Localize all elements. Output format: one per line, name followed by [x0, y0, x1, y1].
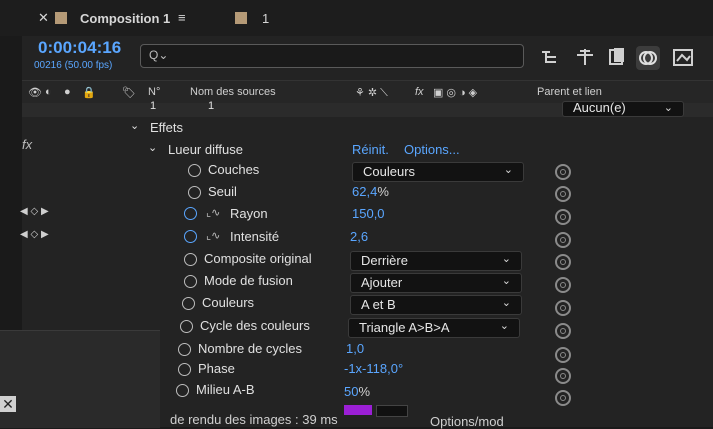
fx-toggle[interactable]: fx [22, 137, 32, 152]
current-timecode[interactable]: 0:00:04:16 [38, 38, 121, 58]
stopwatch-icon[interactable] [188, 164, 201, 177]
pickwhip-icon[interactable] [555, 368, 571, 384]
stopwatch-icon[interactable] [178, 363, 191, 376]
source-name-header[interactable]: Nom des sources [190, 86, 276, 98]
pickwhip-icon[interactable] [555, 300, 571, 316]
pickwhip-icon[interactable] [555, 232, 571, 248]
effects-group-label: Effets [150, 120, 184, 135]
seuil-value[interactable]: 62,4% [352, 184, 389, 199]
pickwhip-icon[interactable] [555, 254, 571, 270]
stopwatch-icon[interactable] [184, 253, 197, 266]
search-input[interactable]: Q⌄ [140, 44, 524, 68]
tab-menu-icon[interactable]: ≡ [178, 10, 186, 25]
graph-icon[interactable]: ⌞∿ [206, 206, 220, 219]
intensite-value[interactable]: 2,6 [350, 229, 368, 244]
frame-count: 00216 (50.00 fps) [34, 60, 113, 71]
solo-icon[interactable]: ● [64, 86, 71, 98]
pickwhip-icon[interactable] [555, 277, 571, 293]
nombre-cycles-value[interactable]: 1,0 [346, 341, 364, 356]
fx-header: fx [415, 86, 424, 98]
stopwatch-icon[interactable] [178, 343, 191, 356]
pickwhip-icon[interactable] [555, 390, 571, 406]
composite-dropdown[interactable]: Derrière ⌄ [350, 251, 522, 271]
effect-name[interactable]: Lueur diffuse [168, 142, 243, 157]
stopwatch-icon[interactable] [176, 384, 189, 397]
keyframe-nav-icon[interactable]: ◀ ◇ ▶ [20, 206, 49, 217]
mode-fusion-dropdown[interactable]: Ajouter ⌄ [350, 273, 522, 293]
comp-color-swatch [55, 12, 67, 24]
stopwatch-active-icon[interactable] [184, 207, 197, 220]
close-tab-icon[interactable]: ✕ [38, 10, 49, 26]
pickwhip-icon[interactable] [555, 323, 571, 339]
draft-3d-icon[interactable] [574, 46, 596, 68]
keyframe-nav-icon[interactable]: ◀ ◇ ▶ [20, 229, 49, 240]
stopwatch-icon[interactable] [188, 186, 201, 199]
lock-icon[interactable]: 🔒 [82, 86, 96, 99]
effect-expand-icon[interactable]: ⌄ [148, 141, 157, 154]
comp2-color-swatch [235, 12, 247, 24]
milieu-value[interactable]: 50% [344, 384, 370, 399]
reset-link[interactable]: Réinit. [352, 142, 389, 157]
video-switch-icon[interactable]: 👁 [28, 86, 42, 99]
graph-icon[interactable]: ⌞∿ [206, 229, 220, 242]
pickwhip-icon[interactable] [555, 164, 571, 180]
switches-header-icons-2: ▣◎◑◈ [433, 87, 481, 99]
audio-icon[interactable]: ◐ [45, 86, 52, 98]
color-a-swatch[interactable] [344, 405, 372, 415]
couleurs-dropdown[interactable]: A et B ⌄ [350, 295, 522, 315]
options-link[interactable]: Options... [404, 142, 460, 157]
rayon-value[interactable]: 150,0 [352, 206, 385, 221]
parent-header: Parent et lien [537, 86, 602, 98]
search-icon: Q⌄ [149, 48, 169, 62]
switches-header-icons: ⚘✲⟍ [355, 87, 391, 99]
frame-blending-icon[interactable] [606, 46, 628, 68]
color-b-swatch[interactable] [376, 405, 408, 417]
couches-dropdown[interactable]: Couleurs ⌄ [352, 162, 524, 182]
pickwhip-icon[interactable] [555, 209, 571, 225]
graph-editor-icon[interactable] [672, 46, 694, 68]
tree-icon[interactable] [540, 46, 562, 68]
stopwatch-icon[interactable] [184, 275, 197, 288]
cycle-dropdown[interactable]: Triangle A>B>A ⌄ [348, 318, 520, 338]
stopwatch-active-icon[interactable] [184, 230, 197, 243]
label-icon[interactable]: 🏷 [122, 86, 136, 99]
pickwhip-icon[interactable] [555, 347, 571, 363]
render-time: de rendu des images : 39 ms [170, 412, 338, 427]
parent-dropdown[interactable]: Aucun(e) ⌄ [562, 100, 684, 117]
project-panel-fragment [0, 330, 160, 428]
stopwatch-icon[interactable] [182, 297, 195, 310]
layer-index: 1 [150, 100, 157, 112]
tab-composition-1[interactable]: Composition 1 [80, 11, 170, 26]
phase-value[interactable]: -1x-118,0° [344, 361, 403, 376]
effects-expand-icon[interactable]: ⌄ [130, 119, 139, 132]
tab-2[interactable]: 1 [262, 11, 269, 26]
stopwatch-icon[interactable] [180, 320, 193, 333]
pickwhip-icon[interactable] [555, 186, 571, 202]
motion-blur-icon[interactable] [636, 46, 660, 70]
close-icon[interactable]: ✕ [0, 396, 16, 412]
layer-number-header: N° [148, 86, 161, 98]
layer-name[interactable]: 1 [208, 100, 214, 112]
